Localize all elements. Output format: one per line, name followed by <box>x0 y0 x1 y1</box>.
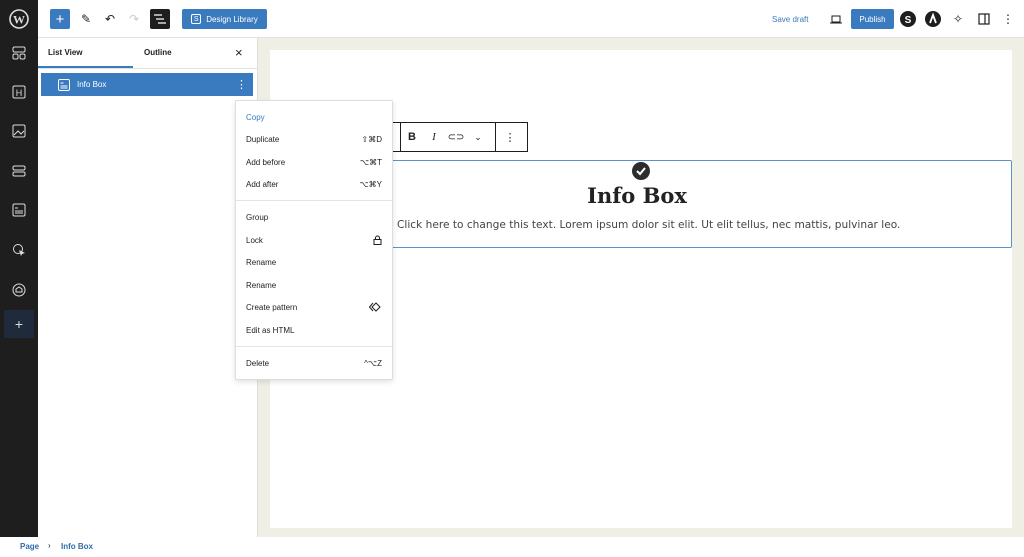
close-panel-button[interactable]: × <box>235 38 243 68</box>
menu-item-rename-2[interactable]: Rename <box>246 277 382 293</box>
settings-sidebar-icon[interactable] <box>976 9 992 29</box>
svg-text:S: S <box>905 15 912 26</box>
info-box-description[interactable]: Click here to change this text. Lorem ip… <box>397 219 900 231</box>
bold-button[interactable]: B <box>401 131 423 143</box>
cursor-click-icon[interactable] <box>7 238 31 262</box>
add-block-icon[interactable]: + <box>4 310 34 338</box>
redo-icon[interactable]: ↷ <box>126 9 142 29</box>
ai-sparkle-icon[interactable]: ✧ <box>950 9 966 29</box>
svg-text:H: H <box>16 88 23 98</box>
item-options-icon[interactable]: ⋮ <box>236 78 247 91</box>
badge-icon[interactable] <box>7 278 31 302</box>
info-box-block[interactable]: Info Box Click here to change this text.… <box>380 160 1012 248</box>
admin-sidebar: W H + <box>0 0 38 537</box>
menu-item-add-before[interactable]: Add before ⌥⌘T <box>246 154 382 170</box>
list-view-button[interactable] <box>150 9 170 29</box>
list-item-info-box[interactable]: Info Box ⋮ <box>41 73 253 96</box>
inserter-button[interactable]: + <box>50 9 70 29</box>
menu-item-add-after[interactable]: Add after ⌥⌘Y <box>246 176 382 192</box>
spectra-icon[interactable]: S <box>900 9 916 29</box>
menu-item-lock[interactable]: Lock <box>246 232 382 248</box>
menu-item-delete[interactable]: Delete ^⌥Z <box>246 355 382 371</box>
link-icon[interactable]: ⊂⊃ <box>445 132 467 143</box>
block-options-menu: Copy Duplicate ⇧⌘D Add before ⌥⌘T Add afte… <box>235 100 393 380</box>
rows-icon[interactable] <box>7 159 31 183</box>
breadcrumb-page[interactable]: Page <box>20 542 39 551</box>
menu-item-edit-as-html[interactable]: Edit as HTML <box>246 322 382 338</box>
image-icon[interactable] <box>7 119 31 143</box>
block-options-icon[interactable]: ⋮ <box>496 131 524 144</box>
italic-button[interactable]: I <box>423 131 445 143</box>
heading-icon[interactable]: H <box>7 80 31 104</box>
list-view-panel: List View Outline × Info Box ⋮ <box>38 38 258 537</box>
save-draft-button[interactable]: Save draft <box>772 9 808 29</box>
astra-icon[interactable] <box>925 9 941 29</box>
check-circle-icon <box>632 162 650 180</box>
info-box-icon[interactable] <box>7 198 31 222</box>
pattern-diamond-icon <box>369 302 381 312</box>
svg-text:W: W <box>13 13 25 27</box>
preview-laptop-icon[interactable] <box>828 9 844 29</box>
chevron-down-icon[interactable]: ⌄ <box>467 132 489 143</box>
info-box-block-icon <box>58 78 70 91</box>
edit-pencil-icon[interactable]: ✎ <box>78 9 94 29</box>
undo-icon[interactable]: ↶ <box>102 9 118 29</box>
breadcrumb-info-box[interactable]: Info Box <box>61 542 93 551</box>
list-item-label: Info Box <box>77 80 107 89</box>
options-menu-icon[interactable]: ⋮ <box>1000 9 1016 29</box>
s-logo-icon: S <box>191 14 202 24</box>
breadcrumb-separator: › <box>48 541 51 550</box>
design-library-label: Design Library <box>206 14 258 24</box>
tab-outline[interactable]: Outline <box>144 38 172 68</box>
patterns-icon[interactable] <box>7 41 31 65</box>
lock-icon <box>373 235 382 245</box>
wordpress-logo-icon[interactable]: W <box>7 7 31 31</box>
menu-item-rename[interactable]: Rename <box>246 254 382 270</box>
menu-item-copy[interactable]: Copy <box>246 109 382 125</box>
block-toolbar: B I ⊂⊃ ⌄ ⋮ <box>388 122 528 152</box>
menu-item-create-pattern[interactable]: Create pattern <box>246 299 382 315</box>
menu-item-duplicate[interactable]: Duplicate ⇧⌘D <box>246 131 382 147</box>
menu-item-group[interactable]: Group <box>246 209 382 225</box>
design-library-button[interactable]: S Design Library <box>182 9 267 29</box>
publish-button[interactable]: Publish <box>851 9 894 29</box>
breadcrumb: Page › Info Box <box>0 537 1024 557</box>
tab-list-view[interactable]: List View <box>48 38 83 68</box>
editor-toolbar: + ✎ ↶ ↷ S Design Library Save draft Publi… <box>38 0 1024 38</box>
